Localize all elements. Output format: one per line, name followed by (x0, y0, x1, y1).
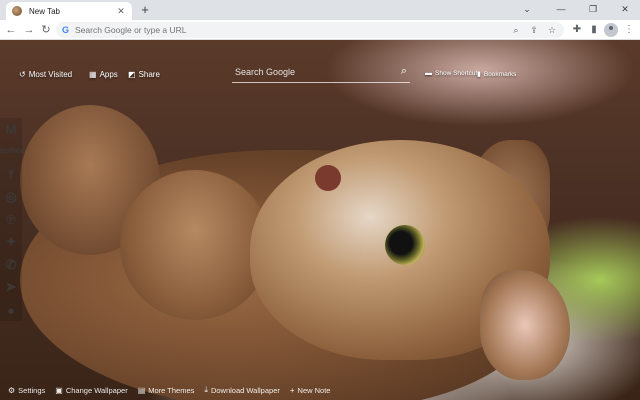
settings-button[interactable]: ⚙ Settings (8, 386, 45, 395)
twitter-icon[interactable]: ✦ (0, 231, 22, 254)
change-wallpaper-button[interactable]: ▣ Change Wallpaper (55, 386, 127, 395)
share-icon: ◩ (128, 70, 136, 79)
cat-eye-shape (385, 225, 425, 265)
reddit-icon[interactable]: ● (0, 299, 22, 322)
shortcuts-icon: ▬ (425, 70, 432, 77)
search-icon[interactable]: ⌕ (401, 65, 407, 78)
download-icon: ⤓ (204, 385, 208, 394)
whatsapp-icon[interactable]: ✆ (0, 254, 22, 277)
bottom-bar: ⚙ Settings ▣ Change Wallpaper ▤ More The… (0, 383, 640, 397)
new-note-button[interactable]: + New Note (290, 386, 331, 395)
tab-title: New Tab (29, 6, 60, 16)
search-input[interactable] (232, 66, 401, 77)
more-themes-label: More Themes (148, 385, 195, 395)
omnibox-input[interactable] (75, 25, 558, 35)
new-note-label: New Note (297, 385, 331, 395)
bookmark-icon: ▮ (477, 71, 481, 78)
settings-label: Settings (18, 385, 46, 395)
menu-icon[interactable]: ⋮ (622, 23, 636, 37)
social-sidebar: M YouTube f ◎ ℗ ✦ ✆ ➤ ● (0, 118, 25, 322)
pinterest-icon[interactable]: ℗ (0, 208, 22, 231)
gmail-icon[interactable]: M (0, 118, 22, 141)
bookmark-star-icon[interactable]: ☆ (546, 23, 558, 37)
tab-favicon-icon (12, 6, 22, 16)
zoom-icon[interactable]: ⌕ (510, 23, 522, 37)
telegram-icon[interactable]: ➤ (0, 276, 22, 299)
new-tab-button[interactable]: + (138, 2, 152, 18)
tab-strip: New Tab ✕ + ⌄ — ❐ ✕ (0, 0, 640, 20)
cat-ear-shape (480, 270, 570, 380)
change-wallpaper-label: Change Wallpaper (65, 385, 128, 395)
download-wallpaper-label: Download Wallpaper (210, 385, 280, 395)
omnibox[interactable]: G ⌕ ⇪ ☆ (56, 22, 564, 38)
themes-icon: ▤ (137, 385, 146, 395)
close-tab-icon[interactable]: ✕ (116, 6, 126, 17)
history-icon: ↺ (19, 70, 26, 79)
bookmarks-label: Bookmarks (483, 70, 517, 78)
side-panel-icon[interactable]: ▮ (587, 23, 601, 37)
google-g-icon: G (62, 25, 70, 35)
apps-label: Apps (99, 70, 118, 79)
browser-toolbar: ← → ↻ G ⌕ ⇪ ☆ ✚ ▮ ⋮ (0, 20, 640, 40)
most-visited-button[interactable]: ↺ Most Visited (19, 70, 72, 79)
instagram-icon[interactable]: ◎ (0, 186, 22, 209)
cat-paw-shape (120, 170, 270, 320)
profile-avatar[interactable] (604, 23, 618, 37)
more-themes-button[interactable]: ▤ More Themes (138, 386, 195, 395)
most-visited-label: Most Visited (28, 70, 73, 79)
search-box[interactable]: ⌕ (232, 61, 410, 83)
share-label: Share (138, 70, 160, 79)
share-button[interactable]: ◩ Share (128, 70, 160, 79)
download-wallpaper-button[interactable]: ⤓ Download Wallpaper (204, 385, 279, 395)
forward-arrow-icon[interactable]: → (22, 23, 36, 37)
show-shortcuts-label: Show Shortcuts (435, 70, 481, 77)
reload-icon[interactable]: ↻ (39, 23, 53, 37)
apps-grid-icon: ▦ (89, 70, 97, 79)
share-icon[interactable]: ⇪ (528, 23, 540, 37)
facebook-icon[interactable]: f (0, 163, 22, 186)
active-tab[interactable]: New Tab ✕ (6, 2, 132, 20)
restore-button[interactable]: ❐ (578, 0, 608, 20)
tab-search-icon[interactable]: ⌄ (512, 0, 542, 20)
wallpaper-image (0, 40, 640, 400)
back-arrow-icon[interactable]: ← (4, 23, 18, 37)
youtube-icon[interactable]: YouTube (0, 141, 25, 164)
gear-icon: ⚙ (8, 385, 16, 395)
bookmarks-button[interactable]: ▮ Bookmarks (477, 70, 517, 79)
plus-icon: + (289, 385, 295, 395)
apps-button[interactable]: ▦ Apps (89, 70, 118, 79)
close-window-button[interactable]: ✕ (610, 0, 640, 20)
minimize-button[interactable]: — (546, 0, 576, 20)
image-icon: ▣ (55, 385, 63, 395)
cat-nose-shape (315, 165, 341, 191)
extensions-icon[interactable]: ✚ (570, 23, 584, 37)
show-shortcuts-button[interactable]: ▬ Show Shortcuts (425, 70, 481, 77)
